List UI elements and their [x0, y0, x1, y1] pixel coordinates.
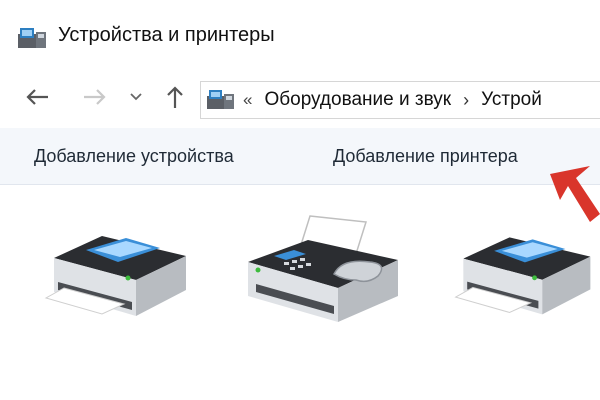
up-button[interactable] [158, 82, 192, 112]
address-bar[interactable]: « Оборудование и звук › Устрой [200, 81, 600, 119]
command-bar: Добавление устройства Добавление принтер… [0, 128, 600, 185]
recent-locations-button[interactable] [126, 82, 146, 112]
devices-printers-icon [18, 28, 46, 48]
chevron-down-icon [130, 93, 142, 101]
printer-icon[interactable] [446, 218, 600, 328]
title-bar: Устройства и принтеры [0, 0, 600, 74]
add-device-button[interactable]: Добавление устройства [34, 146, 234, 167]
window-title: Устройства и принтеры [58, 24, 275, 46]
breadcrumb-devices-printers[interactable]: Устрой [481, 89, 542, 111]
forward-arrow-icon [84, 89, 106, 105]
devices-printers-icon [207, 90, 234, 109]
breadcrumb-hardware-sound[interactable]: Оборудование и звук [264, 89, 451, 111]
fax-icon[interactable] [238, 210, 408, 330]
add-printer-button[interactable]: Добавление принтера [333, 146, 518, 167]
back-arrow-icon [26, 89, 48, 105]
forward-button[interactable] [78, 82, 112, 112]
up-arrow-icon [167, 86, 183, 108]
devices-area [0, 196, 600, 400]
address-overflow-button[interactable]: « [243, 90, 252, 110]
back-button[interactable] [20, 82, 54, 112]
printer-icon[interactable] [36, 218, 196, 328]
navigation-bar: « Оборудование и звук › Устрой [0, 74, 600, 122]
breadcrumb-separator[interactable]: › [463, 90, 469, 111]
